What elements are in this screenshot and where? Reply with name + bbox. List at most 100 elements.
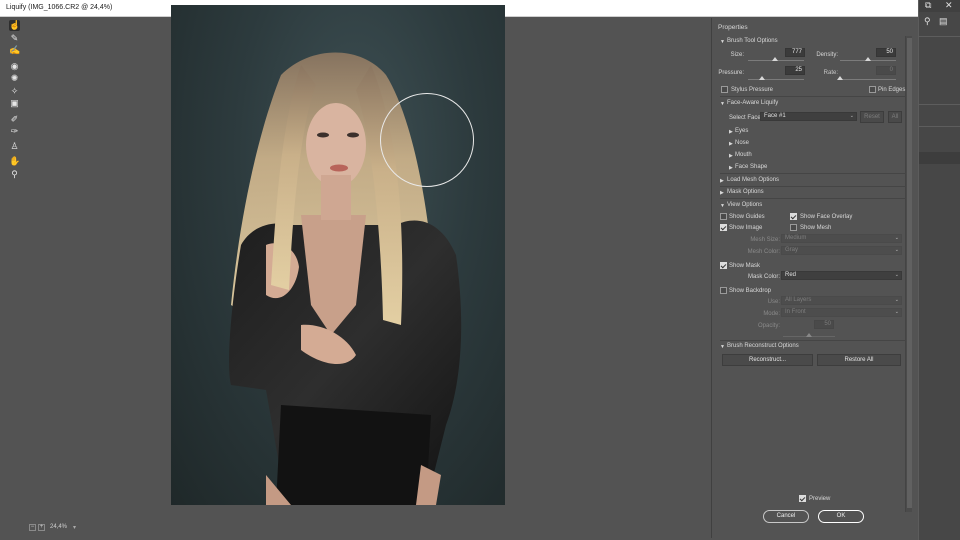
collapse-triangle-icon[interactable]: ▼ [720, 101, 725, 107]
layer-row[interactable] [919, 152, 960, 164]
face-item-face-shape[interactable]: Face Shape [735, 164, 767, 170]
zoom-dropdown-icon[interactable]: ▾ [73, 524, 76, 531]
pressure-input[interactable]: 25 [785, 66, 805, 75]
mesh-color-dropdown[interactable]: Gray ⌄ [781, 246, 902, 255]
smooth-tool-icon[interactable]: ✍ [9, 45, 20, 56]
section-header-brush[interactable]: Brush Tool Options [727, 38, 778, 44]
reset-face-button[interactable]: Reset [860, 111, 884, 123]
workspace-icon[interactable]: ▤ [939, 16, 948, 27]
bloat-tool-icon[interactable]: ✧ [9, 86, 20, 97]
expand-triangle-icon[interactable]: ▶ [729, 165, 733, 171]
density-slider-handle[interactable] [865, 57, 871, 61]
section-header-face[interactable]: Face-Aware Liquify [727, 100, 778, 106]
divider [919, 126, 960, 127]
properties-scrollbar[interactable] [905, 36, 912, 512]
close-window-icon[interactable]: ✕ [945, 0, 953, 11]
photo-preview[interactable] [171, 5, 505, 505]
expand-triangle-icon[interactable]: ▶ [729, 153, 733, 159]
freeze-mask-tool-icon[interactable]: ✐ [9, 114, 20, 125]
show-image-label: Show Image [729, 225, 763, 231]
pin-edges-checkbox[interactable] [869, 86, 876, 93]
show-backdrop-checkbox[interactable] [720, 287, 727, 294]
background-app-panel: ⧉ ✕ ⚲ ▤ [918, 0, 960, 540]
section-header-view[interactable]: View Options [727, 202, 762, 208]
rate-label: Rate: [823, 70, 838, 76]
expand-triangle-icon[interactable]: ▶ [720, 178, 724, 184]
show-guides-label: Show Guides [729, 214, 765, 220]
hand-tool-icon[interactable]: ✋ [9, 156, 20, 167]
show-mesh-checkbox[interactable] [790, 224, 797, 231]
pucker-tool-icon[interactable]: ✺ [9, 73, 20, 84]
zoom-in-button[interactable]: + [38, 524, 45, 531]
face-item-mouth[interactable]: Mouth [735, 152, 752, 158]
stylus-pressure-checkbox[interactable] [721, 86, 728, 93]
search-icon[interactable]: ⚲ [924, 16, 931, 27]
zoom-out-button[interactable]: − [29, 524, 36, 531]
section-header-reconstruct[interactable]: Brush Reconstruct Options [727, 343, 799, 349]
show-guides-checkbox[interactable] [720, 213, 727, 220]
select-face-dropdown[interactable]: Face #1 ⌄ [760, 112, 857, 121]
show-mask-checkbox[interactable] [720, 262, 727, 269]
opacity-input[interactable]: 50 [814, 320, 834, 329]
size-slider-handle[interactable] [771, 57, 778, 61]
panel-title: Properties [718, 24, 748, 31]
rate-input[interactable]: 0 [876, 66, 896, 75]
expand-triangle-icon[interactable]: ▶ [729, 141, 733, 147]
chevron-down-icon: ⌄ [894, 235, 899, 241]
all-faces-button[interactable]: All [888, 111, 902, 123]
thaw-mask-tool-icon[interactable]: ✑ [9, 126, 20, 137]
opacity-slider-handle[interactable] [806, 333, 812, 337]
section-header-mask[interactable]: Mask Options [727, 189, 764, 195]
show-face-overlay-label: Show Face Overlay [800, 214, 853, 220]
mode-label: Mode: [763, 311, 780, 317]
chevron-down-icon: ⌄ [894, 297, 899, 303]
restore-window-icon[interactable]: ⧉ [925, 0, 931, 11]
expand-triangle-icon[interactable]: ▶ [729, 129, 733, 135]
size-input[interactable]: 777 [785, 48, 805, 57]
face-item-nose[interactable]: Nose [735, 140, 749, 146]
twirl-clockwise-tool-icon[interactable]: ◉ [9, 61, 20, 72]
reconstruct-tool-icon[interactable]: ✎ [9, 33, 20, 44]
zoom-tool-icon[interactable]: ⚲ [9, 169, 20, 180]
mask-color-label: Mask Color: [747, 274, 780, 280]
reconstruct-button[interactable]: Reconstruct... [722, 354, 813, 366]
rate-slider[interactable] [840, 79, 896, 80]
face-tool-icon[interactable]: ♙ [9, 141, 20, 152]
use-value: All Layers [785, 297, 812, 303]
pressure-slider[interactable] [748, 79, 804, 80]
preview-checkbox[interactable] [799, 495, 806, 502]
mode-dropdown[interactable]: In Front ⌄ [781, 308, 902, 317]
rate-slider-handle[interactable] [837, 76, 843, 80]
use-label: Use: [767, 299, 780, 305]
expand-triangle-icon[interactable]: ▶ [720, 190, 724, 196]
face-item-eyes[interactable]: Eyes [735, 128, 748, 134]
section-header-load-mesh[interactable]: Load Mesh Options [727, 177, 779, 183]
mask-color-dropdown[interactable]: Red ⌄ [781, 271, 902, 280]
pressure-slider-handle[interactable] [759, 76, 765, 80]
pressure-label: Pressure: [718, 70, 744, 76]
scrollbar-thumb[interactable] [907, 38, 912, 508]
size-label: Size: [730, 52, 744, 58]
use-dropdown[interactable]: All Layers ⌄ [781, 296, 902, 305]
density-input[interactable]: 50 [876, 48, 896, 57]
collapse-triangle-icon[interactable]: ▼ [720, 344, 725, 350]
push-left-tool-icon[interactable]: ▣ [9, 98, 20, 109]
show-image-checkbox[interactable] [720, 224, 727, 231]
preview-label: Preview [809, 496, 831, 502]
mesh-size-dropdown[interactable]: Medium ⌄ [781, 234, 902, 243]
cancel-button[interactable]: Cancel [763, 510, 809, 523]
collapse-triangle-icon[interactable]: ▼ [720, 203, 725, 209]
dialog-title: Liquify (IMG_1066.CR2 @ 24,4%) [6, 4, 113, 11]
show-face-overlay-checkbox[interactable] [790, 213, 797, 220]
opacity-label: Opacity: [757, 323, 780, 329]
chevron-down-icon: ⌄ [849, 113, 854, 119]
portrait-image [229, 52, 462, 505]
forward-warp-tool-icon[interactable]: ☝ [9, 20, 20, 31]
chevron-down-icon: ⌄ [894, 272, 899, 278]
restore-all-button[interactable]: Restore All [817, 354, 901, 366]
show-mesh-label: Show Mesh [800, 225, 832, 231]
mask-color-value: Red [785, 272, 797, 278]
ok-button[interactable]: OK [818, 510, 864, 523]
mesh-size-value: Medium [785, 235, 807, 241]
collapse-triangle-icon[interactable]: ▼ [720, 39, 725, 45]
